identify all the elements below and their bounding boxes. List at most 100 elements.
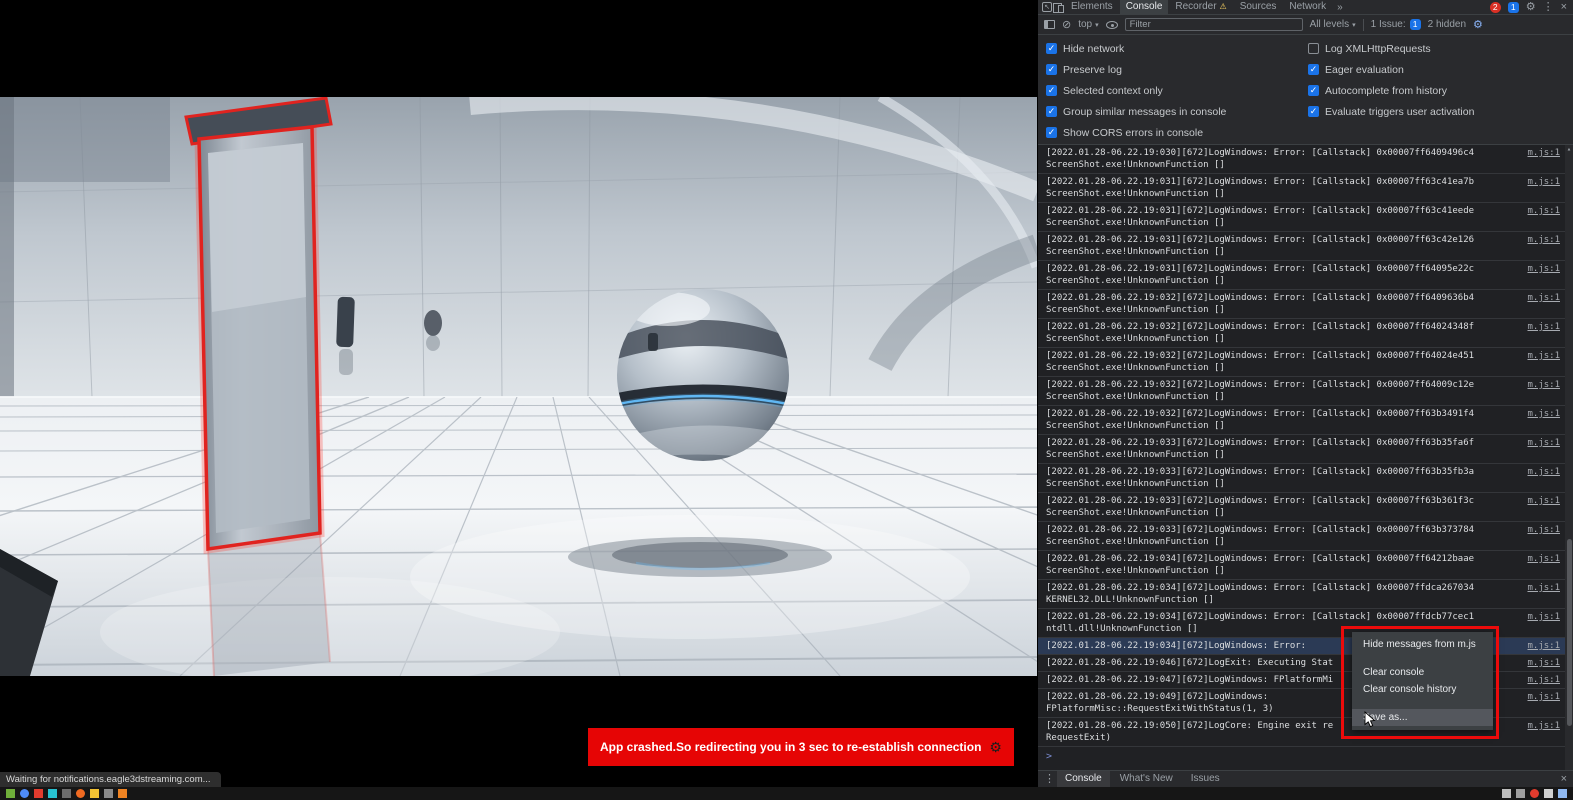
bottom-tab-console[interactable]: Console — [1057, 771, 1110, 787]
log-levels-dropdown[interactable]: All levels ▾ — [1310, 19, 1356, 30]
checkbox-checked-icon[interactable]: ✓ — [1046, 64, 1057, 75]
setting-show-cors-errors-in-console[interactable]: ✓Show CORS errors in console — [1046, 127, 1308, 138]
checkbox-checked-icon[interactable]: ✓ — [1308, 64, 1319, 75]
source-link[interactable]: m.js:1 — [1527, 263, 1560, 275]
console-message[interactable]: [2022.01.28-06.22.19:031][672]LogWindows… — [1038, 203, 1573, 232]
taskbar-app-4-icon[interactable] — [48, 789, 57, 798]
source-link[interactable]: m.js:1 — [1527, 408, 1560, 420]
console-sidebar-icon[interactable] — [1044, 20, 1055, 29]
setting-eager-evaluation[interactable]: ✓Eager evaluation — [1308, 64, 1474, 75]
more-tabs-icon[interactable]: » — [1333, 2, 1347, 13]
console-message[interactable]: [2022.01.28-06.22.19:030][672]LogWindows… — [1038, 145, 1573, 174]
tray-icon-1-icon[interactable] — [1502, 789, 1511, 798]
source-link[interactable]: m.js:1 — [1527, 321, 1560, 333]
source-link[interactable]: m.js:1 — [1527, 350, 1560, 362]
bottom-tab-whats-new[interactable]: What's New — [1112, 771, 1181, 787]
3d-scene[interactable] — [0, 97, 1037, 676]
source-link[interactable]: m.js:1 — [1527, 720, 1560, 732]
hidden-messages-count[interactable]: 2 hidden — [1428, 19, 1466, 30]
console-message[interactable]: [2022.01.28-06.22.19:031][672]LogWindows… — [1038, 174, 1573, 203]
source-link[interactable]: m.js:1 — [1527, 611, 1560, 623]
setting-evaluate-triggers-user-activation[interactable]: ✓Evaluate triggers user activation — [1308, 106, 1474, 117]
bottom-kebab-icon[interactable]: ⋮ — [1044, 772, 1055, 786]
source-link[interactable]: m.js:1 — [1527, 691, 1560, 703]
menu-item-save-as[interactable]: Save as... — [1352, 709, 1493, 726]
source-link[interactable]: m.js:1 — [1527, 234, 1560, 246]
tab-sources[interactable]: Sources — [1234, 0, 1283, 14]
tray-icon-3-icon[interactable] — [1544, 789, 1553, 798]
taskbar-app-1-icon[interactable] — [6, 789, 15, 798]
source-link[interactable]: m.js:1 — [1527, 437, 1560, 449]
checkbox-checked-icon[interactable]: ✓ — [1308, 106, 1319, 117]
setting-autocomplete-from-history[interactable]: ✓Autocomplete from history — [1308, 85, 1474, 96]
source-link[interactable]: m.js:1 — [1527, 640, 1560, 652]
inspect-element-icon[interactable]: ↖ — [1042, 2, 1052, 12]
taskbar-app-6-icon[interactable] — [76, 789, 85, 798]
scroll-up-arrow-icon[interactable]: ▴ — [1565, 145, 1573, 153]
checkbox-checked-icon[interactable]: ✓ — [1308, 85, 1319, 96]
console-message[interactable]: [2022.01.28-06.22.19:033][672]LogWindows… — [1038, 522, 1573, 551]
taskbar-app-7-icon[interactable] — [90, 789, 99, 798]
settings-gear-icon[interactable]: ⚙ — [1526, 0, 1536, 14]
source-link[interactable]: m.js:1 — [1527, 657, 1560, 669]
tray-badge-icon[interactable] — [1530, 789, 1539, 798]
menu-item-clear-console[interactable]: Clear console — [1352, 664, 1493, 681]
taskbar-app-3-icon[interactable] — [34, 789, 43, 798]
source-link[interactable]: m.js:1 — [1527, 524, 1560, 536]
context-selector[interactable]: top ▾ — [1078, 19, 1098, 30]
kebab-menu-icon[interactable]: ⋮ — [1543, 0, 1554, 14]
console-message[interactable]: [2022.01.28-06.22.19:033][672]LogWindows… — [1038, 435, 1573, 464]
source-link[interactable]: m.js:1 — [1527, 292, 1560, 304]
checkbox-checked-icon[interactable]: ✓ — [1046, 106, 1057, 117]
setting-selected-context-only[interactable]: ✓Selected context only — [1046, 85, 1308, 96]
source-link[interactable]: m.js:1 — [1527, 495, 1560, 507]
setting-group-similar-messages-in-console[interactable]: ✓Group similar messages in console — [1046, 106, 1308, 117]
menu-item-clear-console-history[interactable]: Clear console history — [1352, 681, 1493, 698]
source-link[interactable]: m.js:1 — [1527, 147, 1560, 159]
issues-counter[interactable]: 1 Issue: 1 — [1371, 19, 1421, 30]
scrollbar-thumb[interactable] — [1567, 539, 1572, 727]
console-prompt[interactable]: > — [1038, 747, 1573, 766]
taskbar-app-9-icon[interactable] — [118, 789, 127, 798]
tray-icon-4-icon[interactable] — [1558, 789, 1567, 798]
taskbar-app-8-icon[interactable] — [104, 789, 113, 798]
checkbox-checked-icon[interactable]: ✓ — [1046, 127, 1057, 138]
console-message[interactable]: [2022.01.28-06.22.19:032][672]LogWindows… — [1038, 377, 1573, 406]
setting-log-xmlhttprequests[interactable]: Log XMLHttpRequests — [1308, 43, 1474, 54]
source-link[interactable]: m.js:1 — [1527, 674, 1560, 686]
checkbox-unchecked-icon[interactable] — [1308, 43, 1319, 54]
close-drawer-icon[interactable]: × — [1561, 772, 1567, 786]
filter-input[interactable] — [1125, 18, 1303, 31]
taskbar-app-5-icon[interactable] — [62, 789, 71, 798]
console-message[interactable]: [2022.01.28-06.22.19:032][672]LogWindows… — [1038, 348, 1573, 377]
console-settings-gear-icon[interactable]: ⚙ — [1473, 18, 1483, 32]
setting-hide-network[interactable]: ✓Hide network — [1046, 43, 1308, 54]
console-message[interactable]: [2022.01.28-06.22.19:034][672]LogWindows… — [1038, 580, 1573, 609]
console-message[interactable]: [2022.01.28-06.22.19:033][672]LogWindows… — [1038, 493, 1573, 522]
console-message[interactable]: [2022.01.28-06.22.19:032][672]LogWindows… — [1038, 290, 1573, 319]
device-toolbar-icon[interactable] — [1053, 2, 1064, 12]
console-message[interactable]: [2022.01.28-06.22.19:031][672]LogWindows… — [1038, 261, 1573, 290]
console-message[interactable]: [2022.01.28-06.22.19:033][672]LogWindows… — [1038, 464, 1573, 493]
source-link[interactable]: m.js:1 — [1527, 176, 1560, 188]
tab-elements[interactable]: Elements — [1065, 0, 1119, 14]
issue-count-badge[interactable]: 1 — [1508, 2, 1519, 13]
console-message[interactable]: [2022.01.28-06.22.19:034][672]LogWindows… — [1038, 551, 1573, 580]
console-message[interactable]: [2022.01.28-06.22.19:031][672]LogWindows… — [1038, 232, 1573, 261]
tray-icon-2-icon[interactable] — [1516, 789, 1525, 798]
close-devtools-icon[interactable]: × — [1561, 0, 1567, 14]
taskbar[interactable] — [0, 787, 1573, 800]
source-link[interactable]: m.js:1 — [1527, 379, 1560, 391]
clear-console-icon[interactable]: ⊘ — [1062, 18, 1071, 32]
tab-network[interactable]: Network — [1283, 0, 1332, 14]
checkbox-checked-icon[interactable]: ✓ — [1046, 85, 1057, 96]
live-expression-eye-icon[interactable] — [1106, 21, 1118, 29]
checkbox-checked-icon[interactable]: ✓ — [1046, 43, 1057, 54]
setting-preserve-log[interactable]: ✓Preserve log — [1046, 64, 1308, 75]
error-count-badge[interactable]: 2 — [1490, 2, 1501, 13]
console-message[interactable]: [2022.01.28-06.22.19:032][672]LogWindows… — [1038, 319, 1573, 348]
gear-icon[interactable]: ⚙ — [989, 739, 1002, 756]
source-link[interactable]: m.js:1 — [1527, 582, 1560, 594]
bottom-tab-issues[interactable]: Issues — [1183, 771, 1228, 787]
source-link[interactable]: m.js:1 — [1527, 466, 1560, 478]
